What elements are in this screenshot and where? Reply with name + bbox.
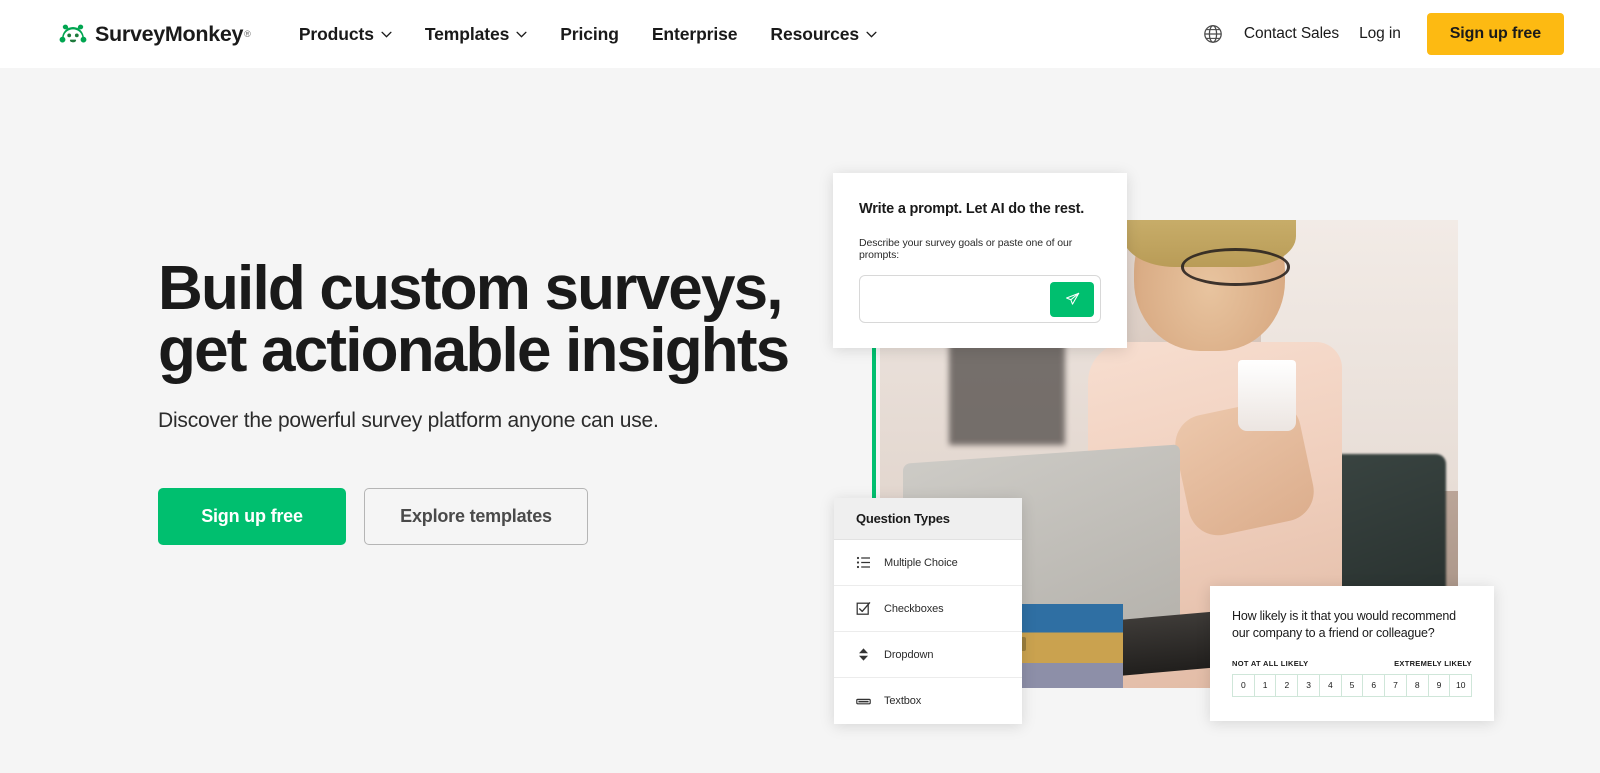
nps-scale-cell[interactable]: 3 (1298, 674, 1320, 696)
nps-question-line-1: How likely is it that you would recommen… (1232, 609, 1456, 623)
hero-copy-block: Build custom surveys, get actionable ins… (158, 258, 798, 545)
explore-templates-button[interactable]: Explore templates (364, 488, 588, 545)
nps-scale-cell[interactable]: 1 (1255, 674, 1277, 696)
nps-scale-cell[interactable]: 9 (1429, 674, 1451, 696)
nav-item-pricing-label: Pricing (560, 23, 619, 44)
nps-high-label: EXTREMELY LIKELY (1394, 658, 1472, 668)
nav-item-enterprise-label: Enterprise (651, 23, 738, 44)
question-type-textbox[interactable]: Textbox (834, 678, 1022, 724)
question-type-label: Textbox (884, 695, 922, 707)
top-navigation-bar: SurveyMonkey ® Products Templates Pricin… (0, 0, 1600, 68)
paper-plane-icon (1065, 292, 1080, 307)
logo-trademark: ® (244, 29, 251, 39)
nav-right-group: Contact Sales Log in Sign up free (1203, 13, 1564, 55)
nps-scale-cell[interactable]: 5 (1342, 674, 1364, 696)
question-type-checkboxes[interactable]: Checkboxes (834, 586, 1022, 632)
nav-item-templates[interactable]: Templates (425, 24, 527, 45)
chevron-down-icon (866, 31, 877, 38)
question-type-label: Dropdown (884, 648, 934, 661)
hero-title-line-1: Build custom surveys, (158, 254, 784, 323)
hero-cta-group: Sign up free Explore templates (158, 488, 798, 545)
hero-subtitle: Discover the powerful survey platform an… (158, 409, 659, 432)
nps-scale: 0 1 2 3 4 5 6 7 8 9 10 (1232, 673, 1472, 697)
contact-sales-link[interactable]: Contact Sales (1244, 25, 1339, 43)
nav-item-pricing[interactable]: Pricing (560, 24, 619, 45)
ai-prompt-send-button[interactable] (1050, 282, 1094, 317)
nps-scale-cell[interactable]: 8 (1407, 674, 1429, 696)
nav-item-resources-label: Resources (770, 23, 860, 44)
nps-scale-cell[interactable]: 4 (1320, 674, 1342, 696)
primary-nav-links: Products Templates Pricing Enterprise Re… (299, 24, 877, 45)
nav-item-resources[interactable]: Resources (770, 24, 877, 45)
bulleted-list-icon (856, 555, 871, 570)
ai-card-subtitle: Describe your survey goals or paste one … (859, 237, 1073, 261)
hero-sign-up-free-button[interactable]: Sign up free (158, 488, 346, 545)
question-types-card: Question Types Multiple Choice Checkboxe… (834, 498, 1022, 724)
nps-low-label: NOT AT ALL LIKELY (1232, 658, 1309, 668)
question-types-header: Question Types (834, 498, 1022, 540)
nps-scale-labels: NOT AT ALL LIKELY EXTREMELY LIKELY (1232, 659, 1472, 668)
nav-left-group: SurveyMonkey ® Products Templates Pricin… (0, 22, 1203, 47)
chevron-down-icon (516, 31, 527, 38)
logo-wordmark: SurveyMonkey (95, 21, 244, 46)
nav-sign-up-free-button[interactable]: Sign up free (1426, 13, 1564, 55)
question-type-multiple-choice[interactable]: Multiple Choice (834, 540, 1022, 586)
hero-section: Build custom surveys, get actionable ins… (0, 68, 1600, 773)
dropdown-arrows-icon (856, 647, 871, 662)
nav-item-templates-label: Templates (424, 23, 510, 44)
question-type-label: Checkboxes (884, 602, 944, 615)
nps-question-card: How likely is it that you would recommen… (1210, 586, 1494, 721)
ai-prompt-card: Write a prompt. Let AI do the rest. Desc… (833, 173, 1127, 348)
textbox-icon (856, 694, 871, 709)
nps-question-line-2: our company to a friend or colleague? (1232, 625, 1435, 640)
nps-scale-cell[interactable]: 2 (1276, 674, 1299, 696)
nps-scale-cell[interactable]: 6 (1363, 674, 1386, 696)
nps-scale-cell[interactable]: 0 (1233, 674, 1255, 696)
ai-card-title: Write a prompt. Let AI do the rest. (859, 201, 1085, 217)
nav-item-products[interactable]: Products (299, 24, 392, 45)
checkbox-icon (856, 601, 871, 616)
globe-icon[interactable] (1203, 24, 1223, 44)
hero-visual-composition: Write a prompt. Let AI do the rest. Desc… (833, 173, 1580, 758)
log-in-link[interactable]: Log in (1359, 25, 1401, 43)
hero-title: Build custom surveys, get actionable ins… (158, 258, 798, 382)
nps-question-text: How likely is it that you would recommen… (1232, 608, 1472, 642)
nav-item-products-label: Products (298, 23, 374, 44)
question-type-dropdown[interactable]: Dropdown (834, 632, 1022, 678)
ai-prompt-input-row (859, 275, 1101, 323)
question-type-label: Multiple Choice (884, 556, 958, 569)
monkey-logo-icon (58, 22, 88, 46)
hero-title-line-2: get actionable insights (158, 316, 790, 385)
nps-scale-cell[interactable]: 7 (1385, 674, 1407, 696)
chevron-down-icon (381, 31, 392, 38)
nav-item-enterprise[interactable]: Enterprise (652, 24, 738, 45)
nps-scale-cell[interactable]: 10 (1450, 675, 1471, 696)
surveymonkey-logo[interactable]: SurveyMonkey ® (58, 22, 251, 47)
